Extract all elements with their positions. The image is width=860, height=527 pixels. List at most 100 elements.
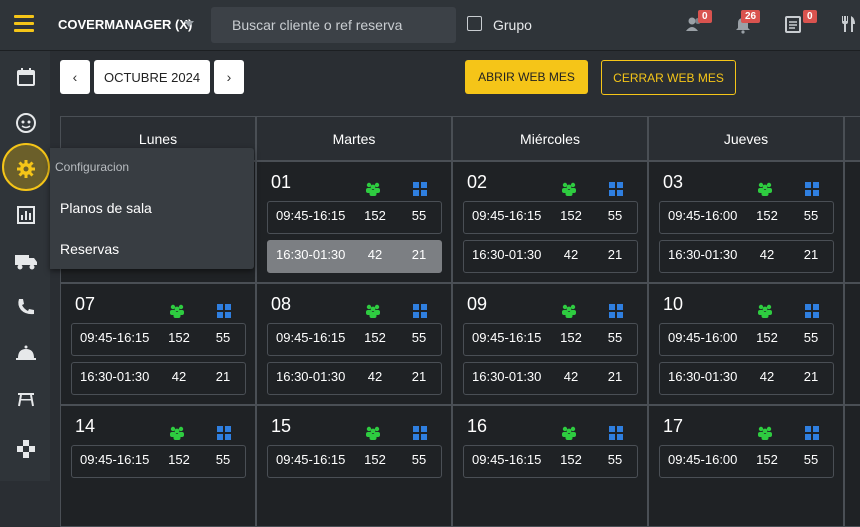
month-label[interactable]: OCTUBRE 2024: [94, 60, 210, 94]
grid-icon[interactable]: [217, 304, 231, 318]
shift-time: 09:45-16:15: [472, 330, 542, 345]
calendar-day-cell[interactable]: 10 09:45-16:00 152 55 16:30-01:30 42 21: [648, 283, 844, 405]
shift-slot[interactable]: 09:45-16:15 152 55: [463, 445, 638, 478]
shift-slot[interactable]: 09:45-16:15 152 55: [463, 323, 638, 356]
shift-slot[interactable]: 09:45-16:15 152 55: [71, 323, 246, 356]
calendar-day-cell[interactable]: 14 09:45-16:15 152 55: [60, 405, 256, 527]
people-icon[interactable]: [757, 304, 773, 318]
day-number: 16: [467, 416, 488, 436]
calendar-day-cell-partial[interactable]: [844, 161, 860, 283]
people-icon[interactable]: [561, 304, 577, 318]
shift-slot[interactable]: 09:45-16:15 152 55: [267, 445, 442, 478]
shift-tables: 21: [803, 247, 819, 262]
shift-capacity: 152: [364, 452, 386, 467]
shift-slot[interactable]: 09:45-16:00 152 55: [659, 323, 834, 356]
shift-slot[interactable]: 16:30-01:30 42 21: [267, 240, 442, 273]
shift-slot[interactable]: 16:30-01:30 42 21: [463, 362, 638, 395]
shift-time: 09:45-16:15: [472, 452, 542, 467]
face-icon[interactable]: [14, 111, 38, 135]
shift-time: 09:45-16:15: [276, 208, 346, 223]
shift-tables: 55: [607, 452, 623, 467]
guests-icon[interactable]: 0: [685, 10, 712, 34]
close-web-month-button[interactable]: CERRAR WEB MES: [601, 60, 736, 95]
grupo-checkbox[interactable]: [467, 16, 482, 31]
grid-icon[interactable]: [805, 426, 819, 440]
people-icon[interactable]: [365, 304, 381, 318]
open-web-month-button[interactable]: ABRIR WEB MES: [465, 60, 588, 94]
day-number: 03: [663, 172, 684, 192]
shift-slot[interactable]: 09:45-16:15 152 55: [463, 201, 638, 234]
gear-icon[interactable]: [14, 157, 38, 181]
utensils-icon[interactable]: [838, 14, 858, 34]
grid-icon[interactable]: [413, 304, 427, 318]
grid-icon[interactable]: [609, 426, 623, 440]
grid-icon[interactable]: [609, 304, 623, 318]
shift-tables: 55: [215, 452, 231, 467]
phone-icon[interactable]: [14, 295, 38, 319]
menu-item-planos-de-sala[interactable]: Planos de sala: [60, 200, 152, 216]
people-icon[interactable]: [365, 426, 381, 440]
calendar-day-cell-partial[interactable]: [844, 283, 860, 405]
prev-month-button[interactable]: ‹: [60, 60, 90, 94]
shift-tables: 55: [803, 330, 819, 345]
shift-slot[interactable]: 09:45-16:15 152 55: [267, 201, 442, 234]
people-icon[interactable]: [757, 426, 773, 440]
shift-slot[interactable]: 16:30-01:30 42 21: [267, 362, 442, 395]
shift-slot[interactable]: 09:45-16:00 152 55: [659, 201, 834, 234]
day-header: Jueves: [648, 116, 844, 161]
calendar-day-cell-partial[interactable]: [844, 405, 860, 527]
service-bell-icon[interactable]: [14, 341, 38, 365]
grid-icon[interactable]: [609, 182, 623, 196]
hamburger-menu-icon[interactable]: [14, 15, 34, 35]
grid-icon[interactable]: [805, 304, 819, 318]
search-input[interactable]: Buscar cliente o ref reserva: [211, 7, 456, 43]
shift-capacity: 152: [168, 452, 190, 467]
shift-time: 16:30-01:30: [472, 247, 542, 262]
shift-time: 16:30-01:30: [276, 247, 346, 262]
people-icon[interactable]: [365, 182, 381, 196]
calendar-day-cell[interactable]: 17 09:45-16:00 152 55: [648, 405, 844, 527]
calendar-day-cell[interactable]: 03 09:45-16:00 152 55 16:30-01:30 42 21: [648, 161, 844, 283]
shift-time: 16:30-01:30: [668, 247, 738, 262]
calendar-day-cell[interactable]: 08 09:45-16:15 152 55 16:30-01:30 42 21: [256, 283, 452, 405]
shift-tables: 55: [411, 330, 427, 345]
shift-capacity: 42: [367, 369, 383, 384]
grid-icon[interactable]: [413, 426, 427, 440]
bar-chart-icon[interactable]: [14, 203, 38, 227]
shift-slot[interactable]: 16:30-01:30 42 21: [659, 240, 834, 273]
gamepad-icon[interactable]: [14, 437, 38, 461]
shift-slot[interactable]: 09:45-16:15 152 55: [71, 445, 246, 478]
people-icon[interactable]: [561, 182, 577, 196]
people-icon[interactable]: [169, 304, 185, 318]
day-number: 15: [271, 416, 292, 436]
bell-icon[interactable]: 26: [733, 10, 761, 34]
chevron-down-icon[interactable]: [184, 21, 194, 27]
shift-capacity: 42: [563, 247, 579, 262]
grid-icon[interactable]: [217, 426, 231, 440]
calendar-day-cell[interactable]: 16 09:45-16:15 152 55: [452, 405, 648, 527]
clipboard-icon[interactable]: 0: [783, 10, 817, 34]
people-icon[interactable]: [561, 426, 577, 440]
next-month-button[interactable]: ›: [214, 60, 244, 94]
menu-item-reservas[interactable]: Reservas: [60, 241, 119, 257]
shift-slot[interactable]: 16:30-01:30 42 21: [71, 362, 246, 395]
shift-slot[interactable]: 16:30-01:30 42 21: [463, 240, 638, 273]
calendar-day-cell[interactable]: 07 09:45-16:15 152 55 16:30-01:30 42 21: [60, 283, 256, 405]
restaurant-selector[interactable]: COVERMANAGER (X): [58, 17, 192, 32]
shift-slot[interactable]: 09:45-16:15 152 55: [267, 323, 442, 356]
calendar-day-cell[interactable]: 01 09:45-16:15 152 55 16:30-01:30 42 21: [256, 161, 452, 283]
people-icon[interactable]: [169, 426, 185, 440]
shift-tables: 21: [607, 369, 623, 384]
calendar-day-cell[interactable]: 15 09:45-16:15 152 55: [256, 405, 452, 527]
calendar-day-cell[interactable]: 09 09:45-16:15 152 55 16:30-01:30 42 21: [452, 283, 648, 405]
truck-icon[interactable]: [14, 249, 38, 273]
shift-slot[interactable]: 16:30-01:30 42 21: [659, 362, 834, 395]
calendar-day-cell[interactable]: 02 09:45-16:15 152 55 16:30-01:30 42 21: [452, 161, 648, 283]
shift-tables: 21: [411, 369, 427, 384]
shift-slot[interactable]: 09:45-16:00 152 55: [659, 445, 834, 478]
calendar-icon[interactable]: [14, 65, 38, 89]
table-icon[interactable]: [14, 387, 38, 411]
people-icon[interactable]: [757, 182, 773, 196]
grid-icon[interactable]: [413, 182, 427, 196]
grid-icon[interactable]: [805, 182, 819, 196]
